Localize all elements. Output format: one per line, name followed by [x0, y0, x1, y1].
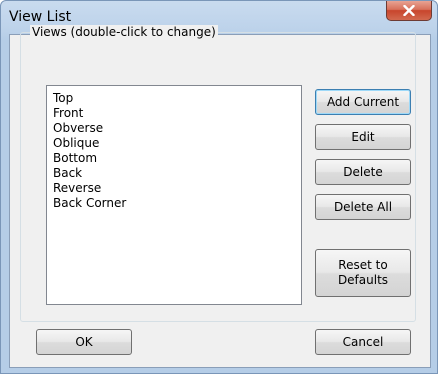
list-item-oblique[interactable]: Oblique	[53, 136, 295, 151]
cancel-button[interactable]: Cancel	[315, 329, 411, 355]
reset-button-label-line2: Defaults	[337, 273, 389, 287]
delete-button[interactable]: Delete	[315, 159, 411, 185]
list-item-back-corner[interactable]: Back Corner	[53, 196, 295, 211]
list-item-front[interactable]: Front	[53, 106, 295, 121]
views-listbox[interactable]: Top Front Obverse Oblique Bottom Back Re…	[46, 85, 302, 305]
edit-button[interactable]: Edit	[315, 124, 411, 150]
list-item-back[interactable]: Back	[53, 166, 295, 181]
add-current-button[interactable]: Add Current	[315, 89, 411, 115]
list-item-top[interactable]: Top	[53, 91, 295, 106]
close-icon	[403, 5, 415, 16]
views-group-label: Views (double-click to change)	[30, 25, 218, 39]
list-item-bottom[interactable]: Bottom	[53, 151, 295, 166]
window-title: View List	[9, 9, 72, 25]
reset-to-defaults-button[interactable]: Reset to Defaults	[315, 249, 411, 297]
close-button[interactable]	[386, 1, 432, 21]
list-item-obverse[interactable]: Obverse	[53, 121, 295, 136]
ok-button[interactable]: OK	[36, 329, 132, 355]
list-item-reverse[interactable]: Reverse	[53, 181, 295, 196]
delete-all-button[interactable]: Delete All	[315, 194, 411, 220]
reset-button-label-line1: Reset to	[338, 258, 388, 272]
